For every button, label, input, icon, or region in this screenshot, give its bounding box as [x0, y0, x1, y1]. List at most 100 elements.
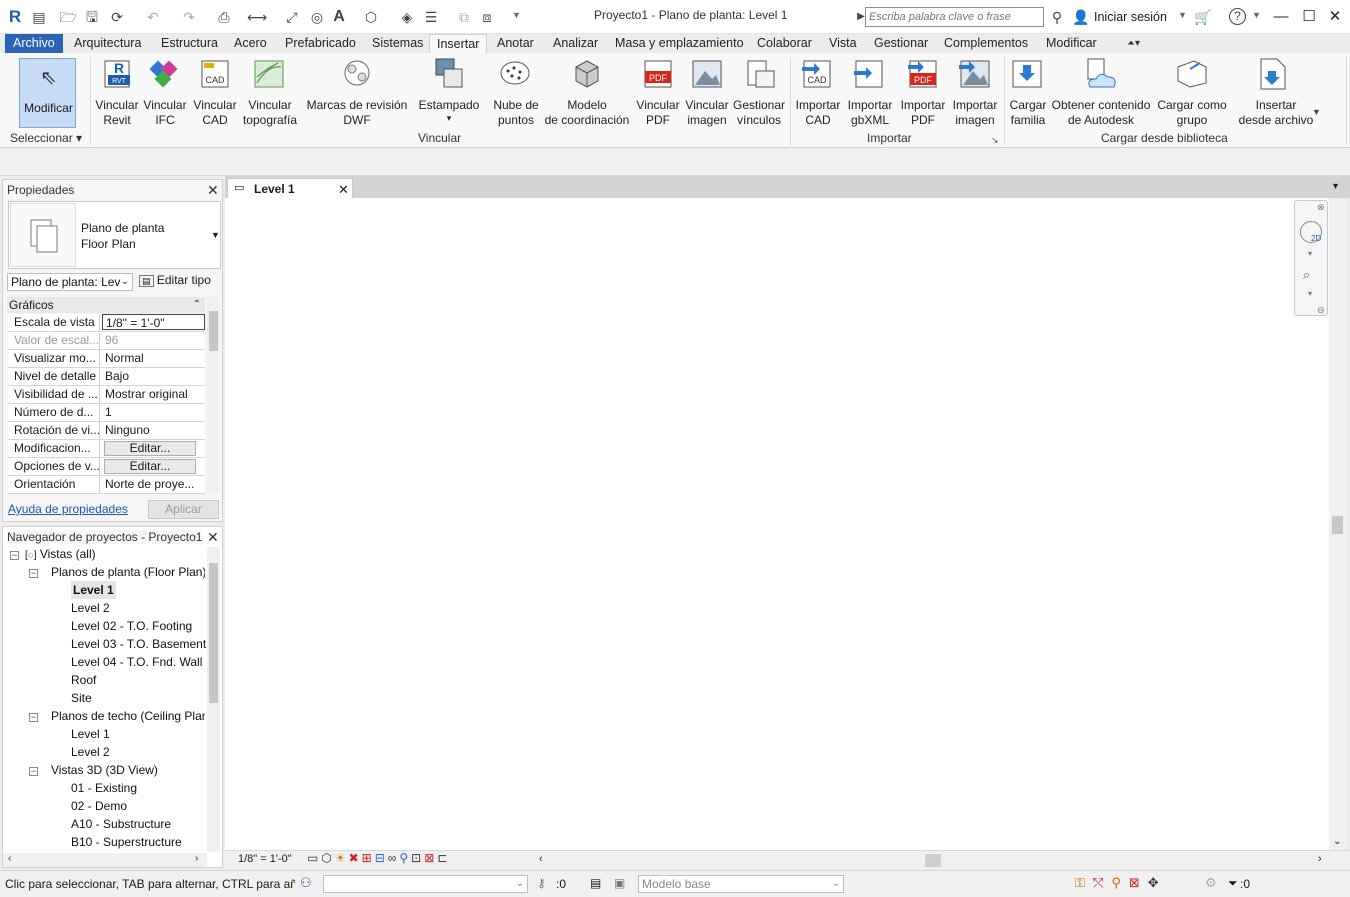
browser-vscrollbar[interactable]	[207, 547, 220, 852]
open-icon[interactable]: 🗁	[59, 8, 77, 26]
ribbon-display-toggle-icon[interactable]: ⏶▾	[1127, 38, 1155, 50]
tab-modificar[interactable]: Modificar	[1039, 34, 1104, 53]
collapse-floor-plans-icon[interactable]: −	[29, 569, 38, 578]
type-selector[interactable]: Plano de planta Floor Plan ▼	[8, 201, 221, 269]
select-group-label[interactable]: Seleccionar ▾	[10, 131, 82, 145]
properties-help-link[interactable]: Ayuda de propiedades	[8, 502, 128, 516]
vincular-revit-button[interactable]: Vincular Revit	[95, 98, 139, 128]
selection-toggles[interactable]: ⚿⤲⚲⊠✥	[1075, 875, 1167, 891]
tree-item-level-1[interactable]: Level 1	[71, 581, 116, 599]
display-options-edit-button[interactable]: Editar...	[104, 459, 196, 474]
save-icon[interactable]: 🖫	[83, 8, 101, 26]
vincular-pdf-button[interactable]: Vincular PDF	[634, 98, 682, 128]
help-caret-icon[interactable]: ▼	[1252, 10, 1261, 20]
properties-scroll-thumb[interactable]	[209, 311, 218, 351]
graphics-override-edit-button[interactable]: Editar...	[104, 441, 196, 456]
importar-pdf-button[interactable]: Importar PDF	[898, 98, 948, 128]
browser-hscrollbar[interactable]: ‹ ›	[3, 853, 207, 867]
thin-lines-icon[interactable]: ☰	[422, 8, 440, 26]
scroll-left-icon[interactable]: ‹	[539, 853, 543, 865]
cargar-familia-button[interactable]: Cargar familia	[1006, 98, 1050, 128]
collapse-ceiling-plans-icon[interactable]: −	[29, 713, 38, 722]
background-processes-icon[interactable]: ⚙	[1205, 875, 1217, 891]
3d-view-icon[interactable]: ⬡	[362, 8, 380, 26]
measure-icon[interactable]: ⟷	[247, 8, 267, 26]
tree-item[interactable]: Level 2	[71, 743, 110, 761]
obtener-contenido-autodesk-button[interactable]: Obtener contenido de Autodesk	[1050, 98, 1152, 128]
vincular-ifc-button[interactable]: Vincular IFC	[143, 98, 187, 128]
canvas-vscroll-thumb[interactable]	[1332, 516, 1343, 534]
property-row[interactable]: Visibilidad de ... Mostrar original	[8, 386, 205, 404]
revit-logo-icon[interactable]: R	[6, 8, 24, 26]
customize-toolbar-caret-icon[interactable]: ▼	[512, 10, 521, 20]
tab-complementos[interactable]: Complementos	[937, 34, 1035, 53]
tab-sistemas[interactable]: Sistemas	[365, 34, 430, 53]
tree-item[interactable]: 02 - Demo	[71, 797, 127, 815]
active-workset-select[interactable]: ⌄	[323, 875, 528, 893]
property-row[interactable]: Rotación de vi... Ninguno	[8, 422, 205, 440]
estampado-button[interactable]: Estampado ▾	[418, 98, 480, 123]
close-view-tab-icon[interactable]: ✕	[338, 182, 349, 198]
close-browser-icon[interactable]: ✕	[207, 530, 219, 544]
tab-colaborar[interactable]: Colaborar	[750, 34, 819, 53]
view-scale-input[interactable]: 1/8" = 1'-0"	[102, 314, 205, 330]
importar-cad-button[interactable]: Importar CAD	[794, 98, 842, 128]
tab-gestionar[interactable]: Gestionar	[867, 34, 935, 53]
scroll-down-icon[interactable]: ⌄	[1333, 836, 1341, 847]
print-icon[interactable]: ⎙	[215, 8, 233, 26]
sign-in-link[interactable]: Iniciar sesión	[1094, 10, 1167, 24]
tab-archivo[interactable]: Archivo	[5, 34, 63, 53]
properties-scrollbar[interactable]	[207, 297, 220, 493]
close-window-icon[interactable]: ✕	[1324, 6, 1346, 28]
property-row[interactable]: Orientación Norte de proye...	[8, 476, 205, 494]
tree-node-views[interactable]: [◌] Vistas (all)	[25, 545, 96, 565]
tree-node-ceiling-plans[interactable]: Planos de techo (Ceiling Plan)	[51, 707, 205, 725]
tree-item[interactable]: Level 1	[71, 725, 110, 743]
tab-analizar[interactable]: Analizar	[546, 34, 605, 53]
view-scale[interactable]: 1/8" = 1'-0"	[238, 853, 292, 865]
property-row[interactable]: Nivel de detalle Bajo	[8, 368, 205, 386]
sync-icon[interactable]: ⟳	[108, 8, 126, 26]
home-icon[interactable]: ▤	[30, 8, 48, 26]
apply-button[interactable]: Aplicar	[148, 500, 219, 519]
section-icon[interactable]: ◈	[398, 8, 416, 26]
edit-type-button[interactable]: ▤ Editar tipo	[139, 273, 211, 287]
search-input[interactable]	[865, 7, 1044, 27]
scroll-right-icon[interactable]: ›	[1318, 853, 1322, 865]
minimize-icon[interactable]: —	[1270, 6, 1292, 28]
modelo-coordinacion-button[interactable]: Modelo de coordinación	[543, 98, 631, 128]
browser-vscroll-thumb[interactable]	[209, 563, 218, 703]
navbar-options-icon[interactable]: ⊖	[1317, 305, 1325, 316]
insert-file-caret-icon[interactable]: ▼	[1312, 107, 1321, 117]
insertar-desde-archivo-button[interactable]: Insertar desde archivo	[1236, 98, 1316, 128]
zoom-caret-icon[interactable]: ▾	[1308, 289, 1312, 298]
collapse-views-icon[interactable]: −	[10, 551, 19, 560]
tab-insertar[interactable]: Insertar	[429, 34, 488, 53]
tree-item[interactable]: A10 - Substructure	[71, 815, 171, 833]
editing-requests-icon[interactable]: ⚷	[537, 876, 546, 890]
close-hidden-icon[interactable]: ⧉	[455, 8, 473, 26]
binoculars-icon[interactable]: ⚲	[1048, 8, 1066, 26]
graphics-section-header[interactable]: Gráficos ⌃	[7, 297, 205, 313]
type-dropdown-icon[interactable]: ▼	[211, 230, 220, 240]
import-dialog-launcher-icon[interactable]: ↘	[991, 135, 999, 146]
importar-gbxml-button[interactable]: Importar gbXML	[845, 98, 895, 128]
tree-item[interactable]: Level 03 - T.O. Basement	[71, 635, 206, 653]
tab-arquitectura[interactable]: Arquitectura	[67, 34, 148, 53]
text-icon[interactable]: A	[330, 8, 348, 26]
tree-item[interactable]: Roof	[71, 671, 96, 689]
tree-node-floor-plans[interactable]: Planos de planta (Floor Plan)	[51, 563, 205, 581]
tree-item[interactable]: Level 02 - T.O. Footing	[71, 617, 192, 635]
sign-in-caret-icon[interactable]: ▼	[1178, 10, 1187, 20]
collapse-3d-views-icon[interactable]: −	[29, 767, 38, 776]
tab-acero[interactable]: Acero	[227, 34, 274, 53]
maximize-icon[interactable]: ☐	[1298, 6, 1320, 28]
tab-anotar[interactable]: Anotar	[490, 34, 541, 53]
filter-icon[interactable]: ⏷	[1228, 876, 1238, 891]
gestionar-vinculos-button[interactable]: Gestionar vínculos	[732, 98, 786, 128]
undo-icon[interactable]: ↶	[144, 8, 162, 26]
tag-icon[interactable]: ◎	[308, 8, 326, 26]
view-tab-level-1[interactable]: ▭ Level 1 ✕	[227, 178, 353, 198]
nube-puntos-button[interactable]: Nube de puntos	[490, 98, 542, 128]
drawing-canvas[interactable]	[225, 198, 1329, 850]
